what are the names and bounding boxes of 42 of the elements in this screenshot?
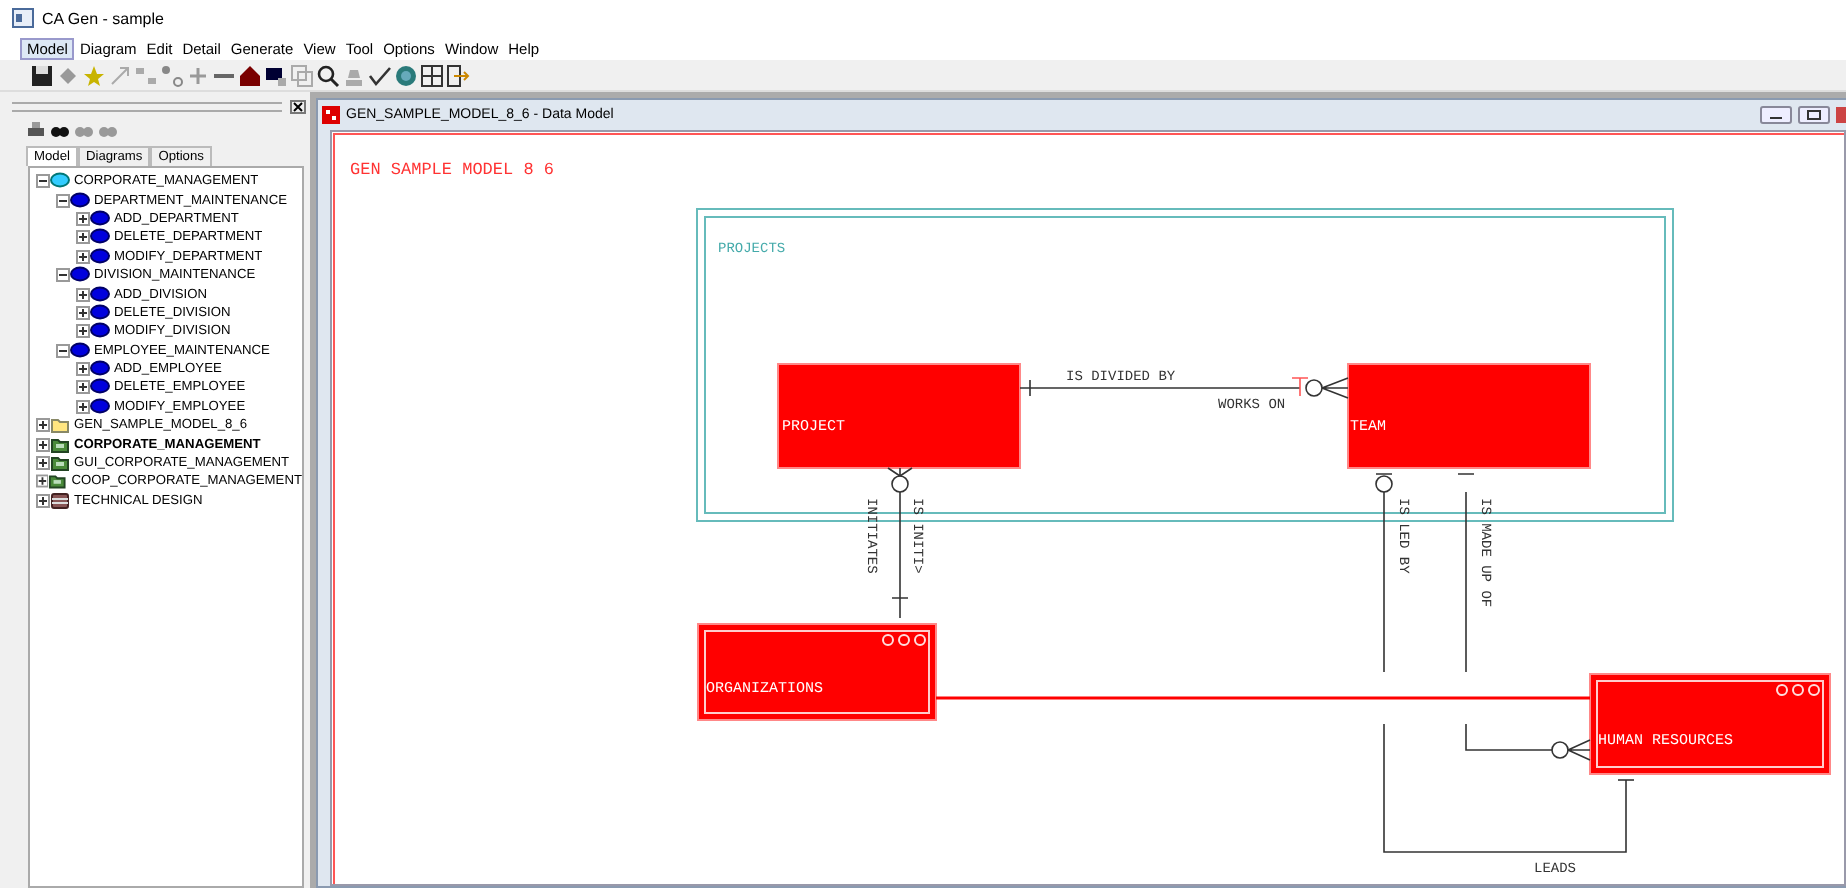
expand-icon[interactable] — [36, 474, 49, 489]
expand-icon[interactable] — [76, 305, 90, 320]
check-icon[interactable] — [368, 63, 392, 87]
window-title: CA Gen - sample — [42, 9, 164, 27]
collapse-icon[interactable] — [56, 193, 70, 208]
expand-icon[interactable] — [76, 287, 90, 302]
expand-icon[interactable] — [76, 230, 90, 245]
expand-icon[interactable] — [76, 380, 90, 395]
folder-icon — [50, 454, 70, 473]
collapse-icon[interactable] — [56, 268, 70, 283]
expand-icon[interactable] — [76, 324, 90, 339]
collapse-icon[interactable] — [56, 343, 70, 358]
monitor-icon[interactable] — [264, 63, 288, 87]
expand-icon[interactable] — [36, 456, 50, 471]
star-icon[interactable] — [82, 63, 106, 87]
table-icon[interactable] — [420, 63, 444, 87]
database-icon — [50, 491, 70, 510]
restore-icon[interactable] — [1798, 106, 1830, 124]
zoom-icon[interactable] — [316, 63, 340, 87]
close-icon[interactable] — [290, 99, 306, 113]
folder-icon — [50, 416, 70, 435]
minimize-icon[interactable] — [1760, 106, 1792, 124]
entity-box[interactable] — [697, 623, 937, 721]
expand-icon[interactable] — [36, 493, 50, 508]
app-icon — [12, 8, 34, 28]
entity-box[interactable] — [1589, 673, 1831, 775]
floppy-icon[interactable] — [30, 63, 54, 87]
exit-icon[interactable] — [446, 63, 470, 87]
expand-icon[interactable] — [76, 362, 90, 377]
expand-icon[interactable] — [76, 211, 90, 226]
nodes-icon[interactable] — [160, 63, 184, 87]
expand-icon[interactable] — [36, 418, 50, 433]
globe-icon[interactable] — [394, 63, 418, 87]
printer-icon[interactable] — [26, 120, 46, 140]
folder-icon — [48, 472, 68, 491]
folder-icon — [50, 435, 70, 454]
model-title: GEN SAMPLE MODEL 8 6 — [350, 160, 555, 180]
collapse-icon[interactable] — [36, 174, 50, 189]
expand-icon[interactable] — [36, 437, 50, 452]
expand-icon[interactable] — [76, 399, 90, 414]
expand-icon[interactable] — [76, 249, 90, 264]
diagram-icon — [322, 106, 340, 124]
